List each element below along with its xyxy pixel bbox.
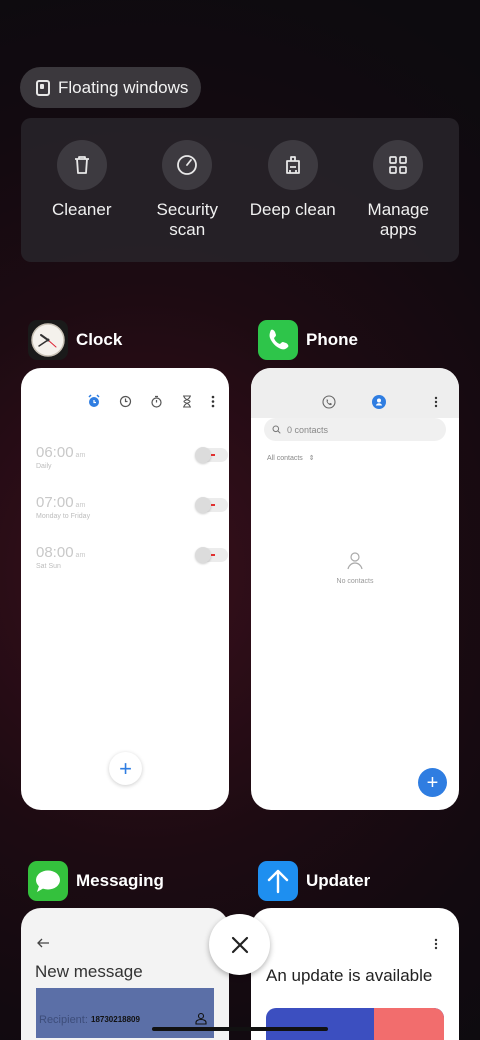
grid-icon	[373, 140, 424, 190]
update-banner-image	[266, 1008, 444, 1040]
trash-icon	[56, 140, 107, 190]
phone-app-header[interactable]: Phone	[258, 320, 358, 360]
alarm-time: 08:00	[36, 544, 74, 561]
security-scan-button[interactable]: Security scan	[137, 140, 237, 262]
clock-app-header[interactable]: Clock	[28, 320, 122, 360]
messaging-app-icon	[28, 861, 68, 901]
updater-app-card[interactable]: An update is available	[251, 908, 459, 1040]
manage-apps-label: Manage apps	[367, 200, 429, 239]
update-available-title: An update is available	[266, 966, 433, 985]
stopwatch-icon	[151, 395, 162, 408]
clock-app-card[interactable]: 06:00 am Daily 07:00 am Monday to Friday 0…	[21, 368, 229, 810]
floating-windows-button[interactable]: Floating windows	[20, 67, 201, 108]
updater-app-header[interactable]: Updater	[258, 861, 370, 901]
alarm-item[interactable]: 08:00 am Sat Sun	[36, 544, 228, 570]
alarm-time: 06:00	[36, 444, 74, 461]
phone-app-name: Phone	[306, 330, 358, 349]
alarm-ampm: am	[75, 452, 86, 459]
alarm-repeat: Daily	[36, 463, 52, 470]
alarm-ampm: am	[75, 552, 86, 559]
contacts-search-placeholder: 0 contacts	[287, 424, 329, 435]
alarm-toggle[interactable]	[195, 547, 228, 563]
alarm-toggle[interactable]	[195, 447, 228, 463]
alarm-repeat: Monday to Friday	[36, 513, 91, 520]
alarm-icon	[88, 394, 100, 407]
recipient-number: 18730218809	[91, 1015, 140, 1024]
close-icon	[231, 936, 248, 953]
contacts-tab-icon	[372, 395, 386, 409]
contacts-search-input[interactable]: 0 contacts	[264, 418, 446, 441]
floating-windows-label: Floating windows	[58, 77, 189, 97]
call-log-icon	[322, 395, 336, 409]
phone-app-card[interactable]: 0 contacts All contacts ⇕ No contacts +	[251, 368, 459, 810]
alarm-repeat: Sat Sun	[36, 563, 61, 570]
back-arrow-icon	[37, 938, 49, 948]
alarm-item[interactable]: 07:00 am Monday to Friday	[36, 494, 228, 520]
more-options-icon	[211, 395, 215, 407]
add-contact-button[interactable]: +	[418, 768, 447, 797]
phone-app-icon	[258, 320, 298, 360]
alarm-ampm: am	[75, 502, 86, 509]
sort-icon: ⇕	[308, 455, 315, 462]
alarm-item[interactable]: 06:00 am Daily	[36, 444, 228, 470]
new-message-title: New message	[35, 962, 143, 981]
contact-picker-icon	[195, 1012, 207, 1025]
floating-window-icon	[36, 79, 50, 96]
timer-icon	[183, 394, 191, 408]
messaging-app-card[interactable]: New message Recipient: 18730218809	[21, 908, 229, 1040]
cleaner-button[interactable]: Cleaner	[32, 140, 132, 262]
recipient-label: Recipient:	[39, 1014, 88, 1026]
deep-clean-label: Deep clean	[249, 200, 336, 219]
messaging-app-header[interactable]: Messaging	[28, 861, 164, 901]
deep-clean-icon	[267, 140, 318, 190]
clock-app-name: Clock	[76, 330, 123, 349]
security-scan-label: Security scan	[156, 200, 218, 239]
add-alarm-button[interactable]: +	[109, 752, 142, 785]
messaging-app-name: Messaging	[76, 871, 164, 890]
more-options-icon	[434, 396, 438, 408]
close-all-button[interactable]	[209, 914, 270, 975]
quick-tools-panel: Cleaner Security scan Deep clean Manage …	[21, 118, 459, 262]
no-contacts-text: No contacts	[336, 578, 374, 585]
phone-toolbar	[251, 368, 459, 418]
home-indicator[interactable]	[152, 1027, 328, 1031]
person-icon	[347, 552, 363, 570]
alarm-toggle[interactable]	[195, 497, 228, 513]
security-scan-icon	[162, 140, 213, 190]
contacts-filter-label: All contacts	[267, 455, 303, 462]
cleaner-label: Cleaner	[51, 200, 112, 219]
deep-clean-button[interactable]: Deep clean	[243, 140, 343, 262]
more-options-icon	[434, 938, 438, 950]
contacts-filter-dropdown[interactable]: All contacts ⇕	[267, 454, 315, 462]
search-icon	[272, 425, 281, 434]
manage-apps-button[interactable]: Manage apps	[348, 140, 448, 262]
updater-app-icon	[258, 861, 298, 901]
updater-app-name: Updater	[306, 871, 371, 890]
clock-app-icon	[28, 320, 68, 360]
clock-toolbar	[87, 394, 215, 408]
world-clock-icon	[119, 395, 132, 407]
alarm-time: 07:00	[36, 494, 74, 511]
